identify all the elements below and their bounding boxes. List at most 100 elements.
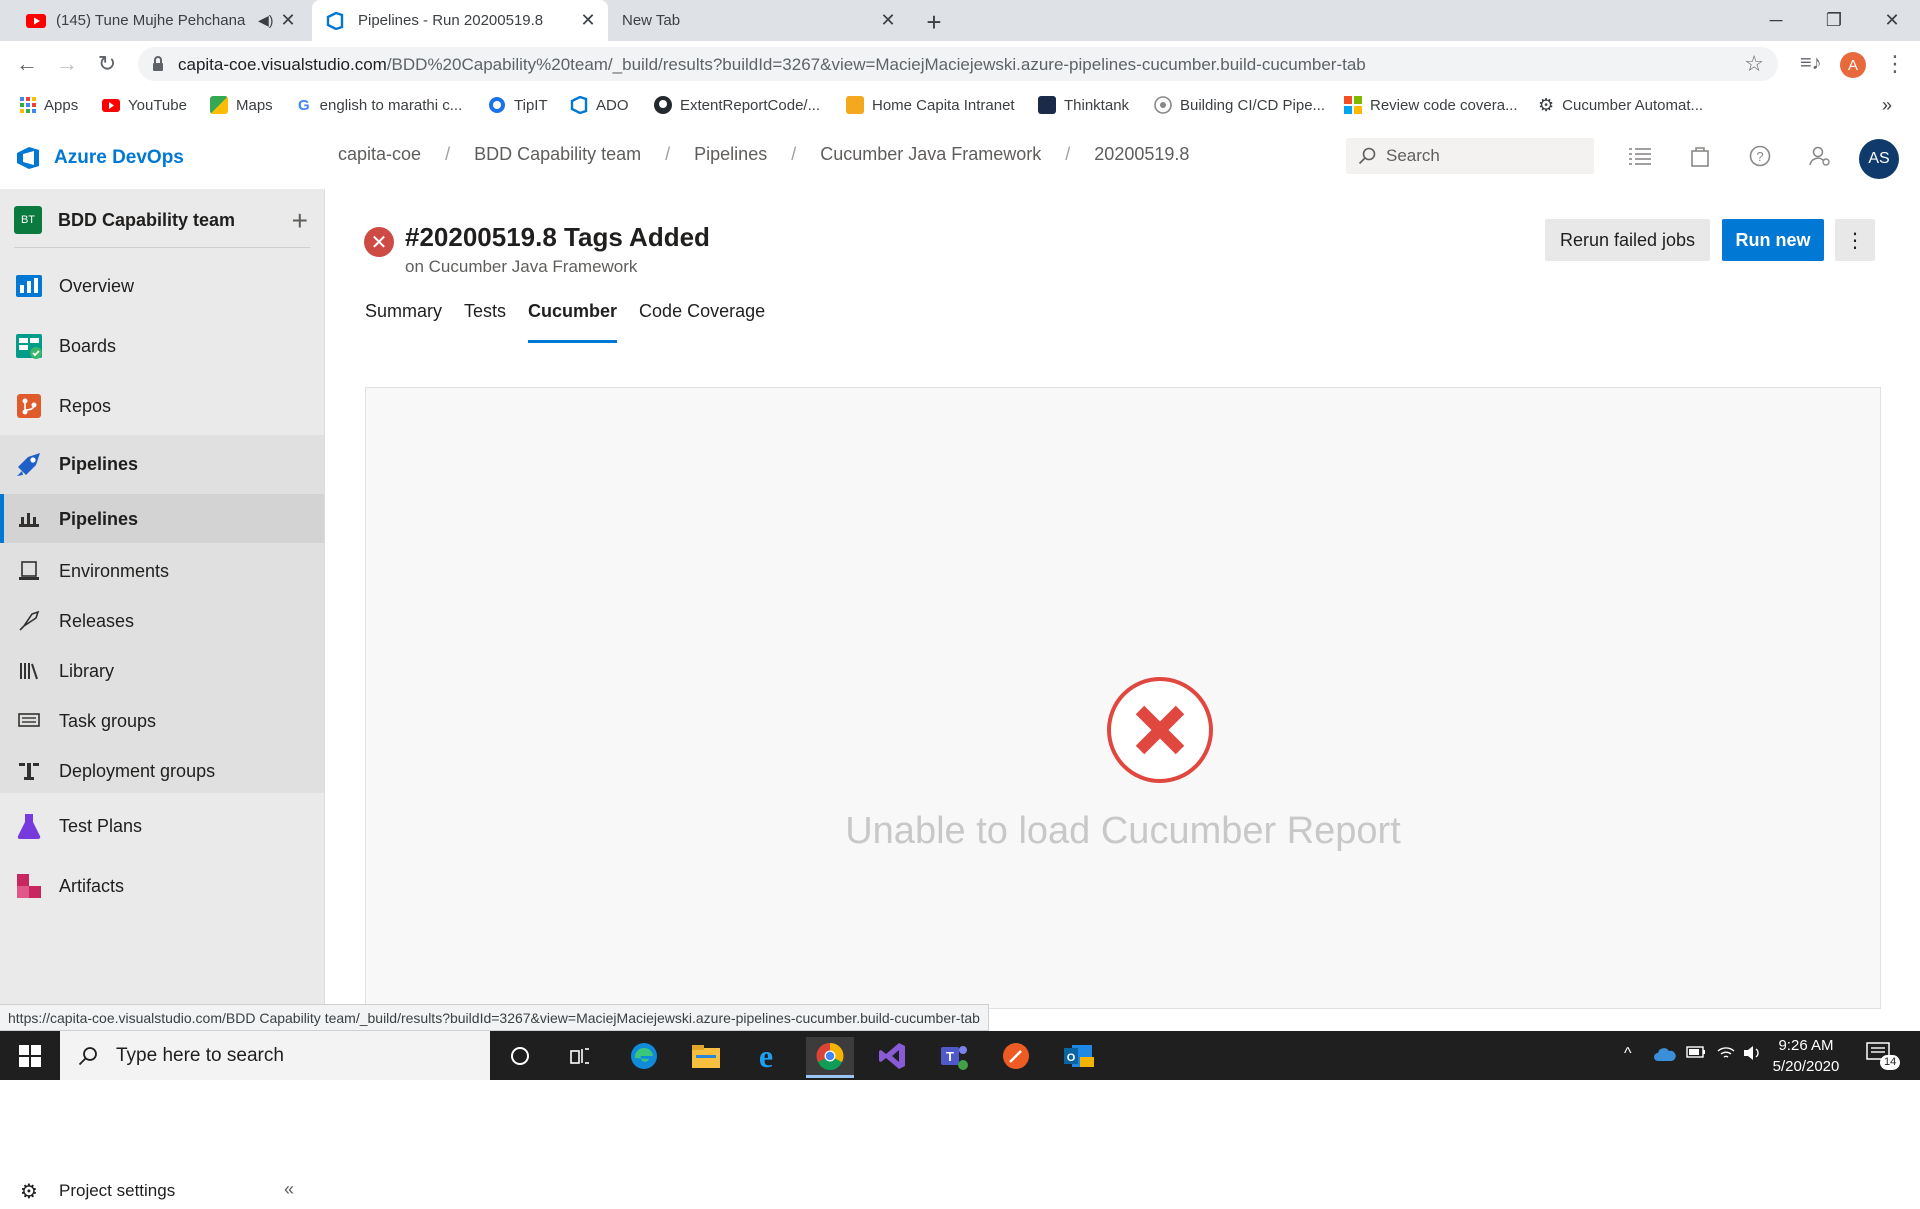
battery-icon[interactable] <box>1686 1045 1706 1059</box>
media-control-icon[interactable]: ≡♪ <box>1800 52 1822 75</box>
restore-button[interactable]: ❐ <box>1806 0 1862 41</box>
system-clock[interactable]: 9:26 AM 5/20/2020 <box>1760 1035 1852 1077</box>
new-tab-button[interactable]: + <box>920 7 948 37</box>
svg-text:T: T <box>946 1049 954 1064</box>
bookmark-code-coverage[interactable]: Review code covera... <box>1344 94 1518 116</box>
bookmark-building-cicd[interactable]: Building CI/CD Pipe... <box>1154 94 1325 116</box>
user-settings-icon[interactable] <box>1806 142 1834 170</box>
project-settings[interactable]: ⚙ Project settings « <box>0 1179 324 1209</box>
collapse-icon[interactable]: « <box>284 1179 294 1200</box>
nav-sub-library[interactable]: Library <box>0 646 324 696</box>
volume-icon[interactable] <box>1742 1045 1762 1061</box>
minimize-button[interactable]: ─ <box>1748 0 1804 41</box>
show-hidden-icons[interactable]: ^ <box>1624 1045 1632 1063</box>
run-new-button[interactable]: Run new <box>1722 219 1824 261</box>
bookmark-translate[interactable]: G english to marathi c... <box>298 94 462 116</box>
edge-icon[interactable] <box>620 1037 668 1075</box>
browser-tab-youtube[interactable]: (145) Tune Mujhe Pehchana ◀) ✕ <box>12 0 308 41</box>
tab-summary[interactable]: Summary <box>365 301 442 341</box>
tab-tests[interactable]: Tests <box>464 301 506 341</box>
postman-icon[interactable] <box>992 1037 1040 1075</box>
nav-sub-releases[interactable]: Releases <box>0 596 324 646</box>
browser-tab-pipelines[interactable]: Pipelines - Run 20200519.8 ✕ <box>312 0 608 41</box>
omnibox[interactable]: capita-coe.visualstudio.com/BDD%20Capabi… <box>138 47 1778 81</box>
marketplace-bag-icon[interactable] <box>1686 142 1714 170</box>
nav-item-test-plans[interactable]: Test Plans <box>0 801 324 851</box>
breadcrumb-pipelines[interactable]: Pipelines <box>694 144 767 165</box>
close-window-button[interactable]: ✕ <box>1864 0 1920 41</box>
nav-label: Deployment groups <box>59 760 216 781</box>
nav-item-repos[interactable]: Repos <box>0 381 324 431</box>
close-tab-icon[interactable]: ✕ <box>278 10 298 30</box>
chrome-icon[interactable] <box>806 1037 854 1078</box>
breadcrumb-pipeline[interactable]: Cucumber Java Framework <box>820 144 1041 165</box>
azure-devops-icon <box>570 96 588 114</box>
visual-studio-icon[interactable] <box>868 1037 916 1075</box>
add-icon[interactable]: + <box>292 205 308 237</box>
azure-devops-logo[interactable]: Azure DevOps <box>14 144 184 172</box>
start-button[interactable] <box>0 1031 60 1080</box>
user-avatar[interactable]: AS <box>1859 139 1899 179</box>
page-subtitle[interactable]: on Cucumber Java Framework <box>405 257 637 277</box>
teams-icon[interactable]: T <box>930 1037 978 1075</box>
project-selector[interactable]: BT BDD Capability team + <box>14 203 314 237</box>
close-tab-icon[interactable]: ✕ <box>578 10 598 30</box>
nav-item-overview[interactable]: Overview <box>0 261 324 311</box>
chrome-menu-icon[interactable]: ⋮ <box>1884 51 1906 77</box>
reload-button[interactable]: ↻ <box>92 50 122 78</box>
browser-tab-newtab[interactable]: New Tab ✕ <box>612 0 908 41</box>
more-bookmarks-button[interactable]: » <box>1882 94 1892 116</box>
nav-label: Pipelines <box>59 508 139 529</box>
bookmark-apps[interactable]: Apps <box>20 94 78 116</box>
work-items-icon[interactable] <box>1626 142 1654 170</box>
nav-sub-pipelines[interactable]: Pipelines <box>0 494 324 544</box>
file-explorer-icon[interactable] <box>682 1037 730 1075</box>
back-button[interactable]: ← <box>12 50 42 78</box>
breadcrumb-project[interactable]: BDD Capability team <box>474 144 641 165</box>
rerun-failed-jobs-button[interactable]: Rerun failed jobs <box>1545 219 1710 261</box>
bookmark-label: Building CI/CD Pipe... <box>1180 96 1326 114</box>
search-box[interactable]: Search <box>1346 138 1594 174</box>
nav-sub-deployment-groups[interactable]: Deployment groups <box>0 746 324 796</box>
bookmark-label: Cucumber Automat... <box>1562 96 1704 114</box>
nav-item-artifacts[interactable]: Artifacts <box>0 861 324 911</box>
more-actions-button[interactable]: ⋮ <box>1835 219 1875 261</box>
task-view-icon[interactable] <box>556 1037 604 1075</box>
cortana-icon[interactable] <box>496 1037 544 1075</box>
wifi-icon[interactable] <box>1716 1045 1736 1061</box>
help-icon[interactable]: ? <box>1746 142 1774 170</box>
bookmark-tipit[interactable]: TipIT <box>488 94 548 116</box>
speaker-icon[interactable]: ◀) <box>258 12 273 29</box>
bookmark-cucumber-automation[interactable]: ⚙ Cucumber Automat... <box>1538 94 1703 116</box>
notification-center[interactable]: 14 <box>1866 1041 1901 1070</box>
bookmark-youtube[interactable]: YouTube <box>102 94 187 116</box>
deployment-groups-icon <box>18 760 40 782</box>
internet-explorer-icon[interactable]: e <box>742 1037 790 1075</box>
tab-cucumber[interactable]: Cucumber <box>528 301 618 343</box>
bookmark-capita-intranet[interactable]: Home Capita Intranet <box>846 94 1015 116</box>
breadcrumb-org[interactable]: capita-coe <box>338 144 421 165</box>
nav-item-boards[interactable]: Boards <box>0 321 324 371</box>
azure-devops-icon <box>14 144 42 172</box>
bookmark-ado[interactable]: ADO <box>570 94 629 116</box>
forward-button[interactable]: → <box>52 50 82 78</box>
bookmark-star-icon[interactable]: ☆ <box>1744 51 1764 77</box>
nav-sub-task-groups[interactable]: Task groups <box>0 696 324 746</box>
nav-sub-environments[interactable]: Environments <box>0 546 324 596</box>
onedrive-icon[interactable] <box>1654 1047 1676 1061</box>
breadcrumb-run[interactable]: 20200519.8 <box>1094 144 1189 165</box>
tab-code-coverage[interactable]: Code Coverage <box>639 301 765 341</box>
nav-item-pipelines[interactable]: Pipelines <box>0 439 324 489</box>
azure-devops-icon <box>326 11 344 30</box>
bookmark-maps[interactable]: Maps <box>210 94 273 116</box>
close-tab-icon[interactable]: ✕ <box>878 10 898 30</box>
profile-avatar[interactable]: A <box>1840 52 1866 78</box>
url-text[interactable]: capita-coe.visualstudio.com/BDD%20Capabi… <box>178 55 1366 75</box>
bookmark-thinktank[interactable]: Thinktank <box>1038 94 1129 116</box>
lock-icon[interactable] <box>152 56 164 72</box>
windows-taskbar: Type here to search e T O ^ 9:26 AM 5/20… <box>0 1031 1920 1080</box>
taskbar-search[interactable]: Type here to search <box>60 1031 490 1080</box>
bookmark-extentreport[interactable]: ExtentReportCode/... <box>654 94 820 116</box>
library-icon <box>18 660 40 682</box>
outlook-icon[interactable]: O <box>1054 1037 1102 1075</box>
